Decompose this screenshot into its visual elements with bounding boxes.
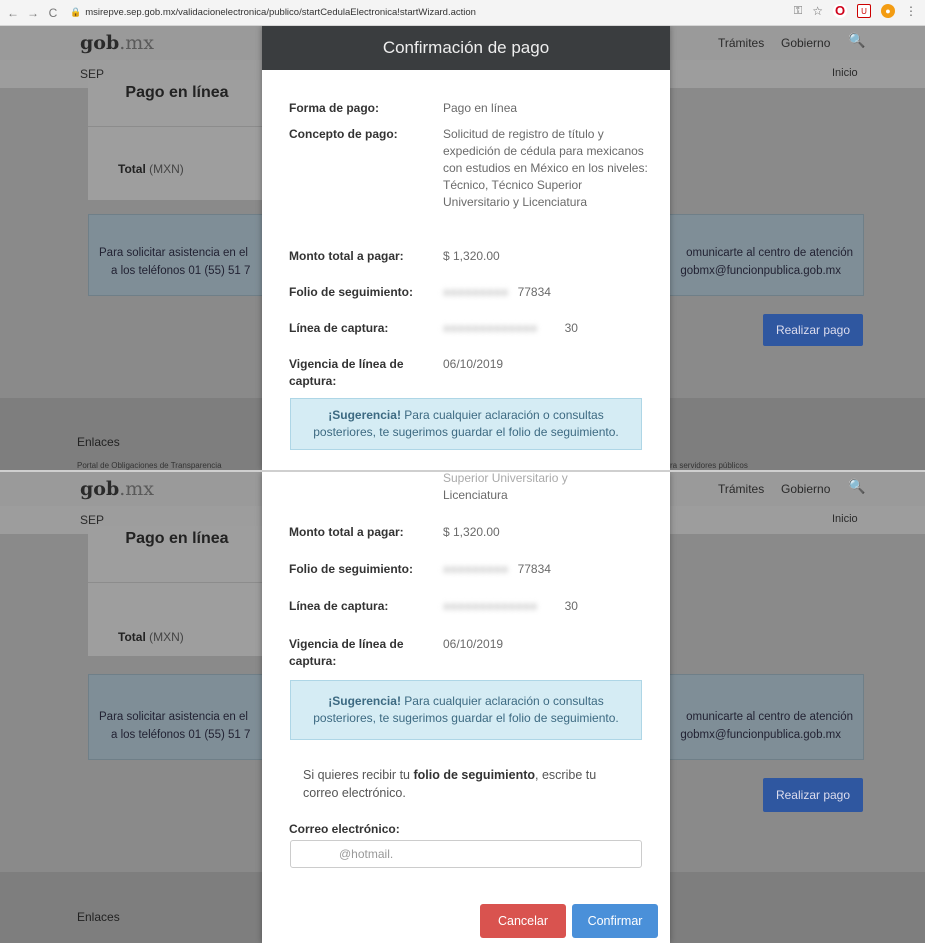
linea-value-text: 30 [564, 321, 578, 335]
nav-gobierno[interactable]: Gobierno [781, 482, 830, 496]
gobmx-logo[interactable]: gob.mx [80, 478, 154, 500]
profile-avatar-icon[interactable]: ● [881, 4, 895, 18]
assist-text-right-1: omunicarte al centro de atención [686, 711, 853, 723]
assist-text-right-2[interactable]: gobmx@funcionpublica.gob.mx [680, 265, 841, 277]
assist-text-left-1: Para solicitar asistencia en el [99, 247, 248, 259]
total-label: Total (MXN) [118, 162, 184, 176]
screenshot-top: gob.mx Trámites Gobierno 🔍 SEP Inicio Pa… [0, 26, 925, 470]
assist-text-right-1: omunicarte al centro de atención [686, 247, 853, 259]
folio-value: ●●●●●●●●● 77834 [443, 562, 551, 576]
vigencia-value: 06/10/2019 [443, 357, 504, 371]
extension-icon[interactable]: U [857, 4, 871, 18]
email-label: Correo electrónico: [289, 822, 400, 836]
assist-text-left-2: a los teléfonos 01 (55) 51 7 [111, 729, 251, 741]
footer-link-servidores[interactable]: ra servidores públicos [670, 461, 748, 470]
folio-value-text: 77834 [517, 285, 551, 299]
sugerencia-alert: ¡Sugerencia! Para cualquier aclaración o… [290, 680, 642, 740]
sugerencia-bold: ¡Sugerencia! [328, 694, 401, 708]
menu-icon[interactable]: ⋮ [905, 4, 917, 18]
monto-value: $ 1,320.00 [443, 249, 500, 263]
forma-pago-label: Forma de pago: [289, 101, 380, 115]
address-bar[interactable]: msirepve.sep.gob.mx/validacionelectronic… [85, 7, 476, 18]
linea-label: Línea de captura: [289, 599, 389, 613]
linea-value-text: 30 [564, 599, 578, 613]
vigencia-label: Vigencia de línea de captura: [289, 637, 404, 668]
realizar-pago-button[interactable]: Realizar pago [763, 314, 863, 346]
concepto-value: Solicitud de registro de título y expedi… [443, 127, 648, 209]
assist-text-left-1: Para solicitar asistencia en el [99, 711, 248, 723]
inicio-link[interactable]: Inicio [832, 67, 858, 79]
pago-en-linea-title: Pago en línea [125, 530, 229, 547]
browser-toolbar: ← → C 🔒 msirepve.sep.gob.mx/validacionel… [0, 0, 925, 26]
email-prompt: Si quieres recibir tu folio de seguimien… [303, 766, 633, 802]
monto-label: Monto total a pagar: [289, 525, 404, 539]
sep-label: SEP [80, 513, 105, 527]
card-separator [88, 126, 266, 127]
modal-title: Confirmación de pago [262, 26, 670, 70]
cancel-button[interactable]: Cancelar [480, 904, 566, 938]
concepto-tail-line-1: Superior Universitario y [443, 472, 568, 485]
lock-icon: 🔒 [70, 7, 82, 17]
assist-text-left-2: a los teléfonos 01 (55) 51 7 [111, 265, 251, 277]
assist-text-right-2[interactable]: gobmx@funcionpublica.gob.mx [680, 729, 841, 741]
reload-icon[interactable]: C [46, 6, 60, 20]
concepto-tail-line-2: Licenciatura [443, 488, 508, 502]
folio-value: ●●●●●●●●● 77834 [443, 285, 551, 299]
email-field[interactable]: @hotmail. [290, 840, 642, 868]
pago-en-linea-title: Pago en línea [125, 84, 229, 101]
concepto-label: Concepto de pago: [289, 127, 398, 141]
total-label: Total (MXN) [118, 630, 184, 644]
sugerencia-alert: ¡Sugerencia! Para cualquier aclaración o… [290, 398, 642, 450]
email-prompt-pre: Si quieres recibir tu [303, 768, 410, 782]
payment-summary-card: Pago en línea Total (MXN) [88, 80, 266, 200]
back-arrow-icon[interactable]: ← [6, 6, 20, 20]
gobmx-logo[interactable]: gob.mx [80, 32, 154, 54]
opera-icon[interactable]: O [833, 4, 847, 18]
vigencia-value: 06/10/2019 [443, 637, 504, 651]
confirm-button[interactable]: Confirmar [572, 904, 658, 938]
payment-confirmation-modal: Superior Universitario y Licenciatura Mo… [262, 472, 670, 943]
screenshot-bottom: gob.mx Trámites Gobierno 🔍 SEP Inicio Pa… [0, 472, 925, 943]
enlaces-heading: Enlaces [77, 910, 120, 924]
search-icon[interactable]: 🔍 [848, 478, 865, 495]
realizar-pago-button[interactable]: Realizar pago [763, 778, 863, 812]
card-separator [88, 582, 266, 583]
nav-tramites[interactable]: Trámites [718, 482, 764, 496]
star-icon[interactable]: ☆ [812, 4, 823, 18]
vigencia-label: Vigencia de línea de captura: [289, 357, 404, 388]
nav-tramites[interactable]: Trámites [718, 36, 764, 50]
forward-arrow-icon[interactable]: → [26, 6, 40, 20]
search-icon[interactable]: 🔍 [848, 32, 865, 49]
nav-gobierno[interactable]: Gobierno [781, 36, 830, 50]
inicio-link[interactable]: Inicio [832, 513, 858, 525]
linea-value: ●●●●●●●●●●●●● 30 [443, 599, 578, 613]
forma-pago-value: Pago en línea [443, 101, 518, 115]
folio-label: Folio de seguimiento: [289, 285, 414, 299]
email-prompt-bold: folio de seguimiento [413, 768, 536, 782]
concepto-tail: Superior Universitario y Licenciatura [443, 472, 568, 504]
monto-value: $ 1,320.00 [443, 525, 500, 539]
folio-label: Folio de seguimiento: [289, 562, 414, 576]
linea-label: Línea de captura: [289, 321, 389, 335]
sep-label: SEP [80, 67, 105, 81]
linea-value: ●●●●●●●●●●●●● 30 [443, 321, 578, 335]
key-icon[interactable]: ⚿ [794, 5, 802, 18]
enlaces-heading: Enlaces [77, 435, 120, 449]
monto-label: Monto total a pagar: [289, 249, 404, 263]
footer-link-transparencia[interactable]: Portal de Obligaciones de Transparencia [77, 461, 222, 470]
folio-value-text: 77834 [517, 562, 551, 576]
payment-confirmation-modal: Confirmación de pago Forma de pago: Pago… [262, 26, 670, 470]
payment-summary-card: Pago en línea Total (MXN) [88, 526, 266, 656]
sugerencia-bold: ¡Sugerencia! [328, 408, 401, 422]
